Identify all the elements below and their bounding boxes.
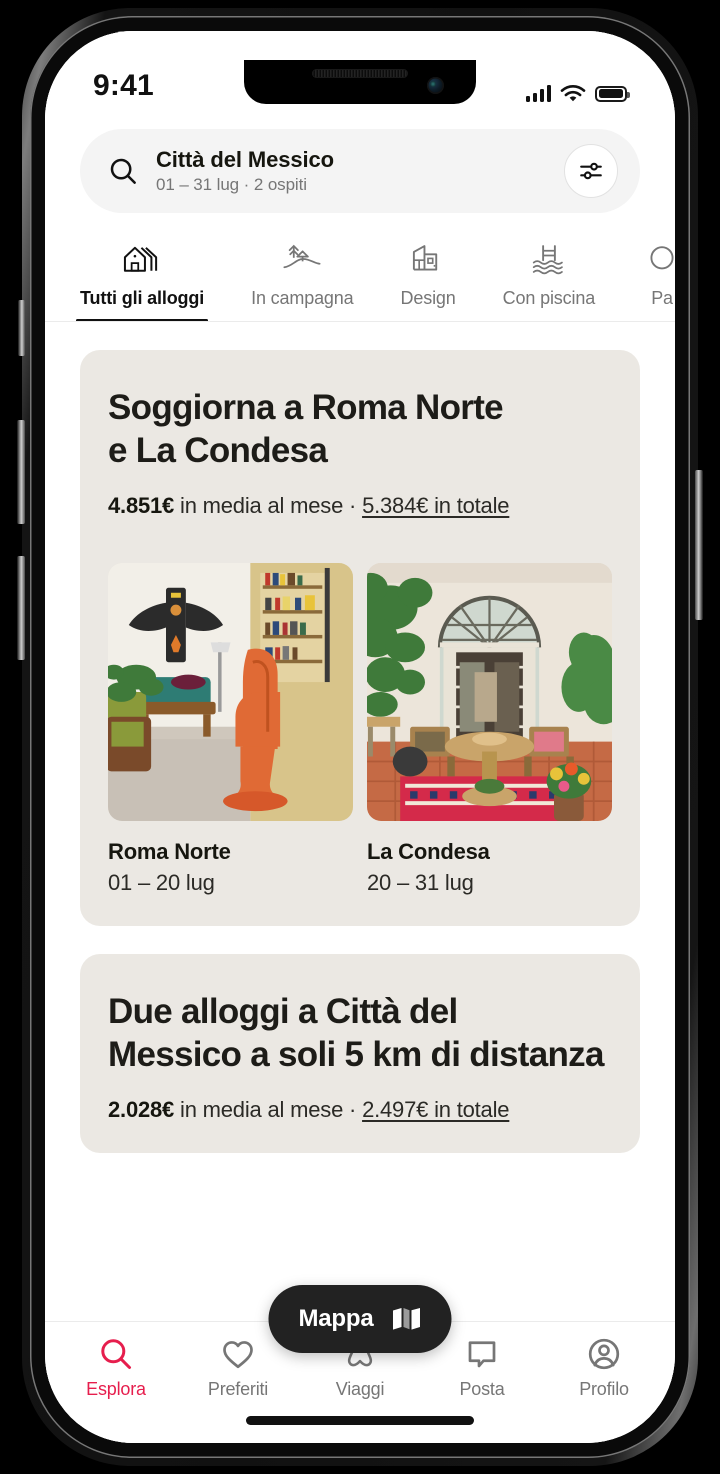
price-average: 2.028€ xyxy=(108,1096,175,1122)
home-indicator[interactable] xyxy=(246,1416,474,1425)
price-separator: in media al mese · xyxy=(174,492,363,518)
design-building-icon xyxy=(413,245,438,271)
filter-button[interactable] xyxy=(564,144,618,198)
filter-sliders-icon xyxy=(580,162,602,180)
map-toggle-label: Mappa xyxy=(298,1305,374,1332)
search-texts: Città del Messico 01 – 31 lug · 2 ospiti xyxy=(156,147,546,196)
stay-photos: Roma Norte 01 – 20 lug La Condesa 20 – 3… xyxy=(108,562,612,896)
map-toggle-button[interactable]: Mappa xyxy=(268,1285,452,1353)
phone-screen: 9:41 Città del Messico 01 – 31 lug · 2 o… xyxy=(45,31,675,1443)
nav-label: Viaggi xyxy=(335,1379,385,1399)
stay-name: Roma Norte xyxy=(108,838,231,864)
stay-item[interactable]: La Condesa 20 – 31 lug xyxy=(367,562,612,896)
earpiece-speaker xyxy=(312,69,408,78)
stay-item[interactable]: Roma Norte 01 – 20 lug xyxy=(108,562,353,896)
map-folded-icon xyxy=(393,1308,421,1330)
nav-label: Preferiti xyxy=(207,1379,269,1399)
person-circle-icon xyxy=(588,1338,620,1370)
power-button[interactable] xyxy=(695,470,703,620)
silent-switch[interactable] xyxy=(18,300,25,356)
tab-label: Tutti gli alloggi xyxy=(80,288,205,308)
tab-con-piscina[interactable]: Con piscina xyxy=(503,235,595,321)
message-icon xyxy=(468,1341,496,1368)
category-tabs[interactable]: Tutti gli alloggi In campagna Design Con… xyxy=(45,235,675,322)
volume-down-button[interactable] xyxy=(17,556,25,660)
living-room-orange-chair-photo[interactable] xyxy=(108,562,353,821)
notch xyxy=(244,60,476,104)
tab-label: Pa xyxy=(651,288,673,308)
nav-item-esplora[interactable]: Esplora xyxy=(61,1336,171,1400)
search-bar[interactable]: Città del Messico 01 – 31 lug · 2 ospiti xyxy=(80,129,640,213)
tab-tutti-gli-alloggi[interactable]: Tutti gli alloggi xyxy=(75,235,209,321)
stay-dates: 20 – 31 lug xyxy=(367,869,474,895)
countryside-icon xyxy=(283,244,321,269)
search-details: 01 – 31 lug · 2 ospiti xyxy=(156,175,307,195)
partial-category-icon xyxy=(650,246,674,270)
tab-label: Con piscina xyxy=(502,288,596,308)
tab-partial[interactable]: Pa xyxy=(642,235,675,321)
price-total-link[interactable]: 5.384€ in totale xyxy=(362,493,509,518)
card-price: 2.028€ in media al mese · 2.497€ in tota… xyxy=(108,1097,612,1123)
card-price: 4.851€ in media al mese · 5.384€ in tota… xyxy=(108,493,612,519)
split-stay-card[interactable]: Due alloggi a Città del Messico a soli 5… xyxy=(80,953,640,1153)
front-camera xyxy=(427,77,444,94)
tab-design[interactable]: Design xyxy=(401,235,456,321)
search-icon xyxy=(110,158,136,184)
split-stay-card[interactable]: Soggiorna a Roma Norte e La Condesa 4.85… xyxy=(80,350,640,926)
price-separator: in media al mese · xyxy=(174,1096,363,1122)
price-total-link[interactable]: 2.497€ in totale xyxy=(362,1097,509,1122)
card-title: Due alloggi a Città del Messico a soli 5… xyxy=(108,991,604,1075)
nav-label: Esplora xyxy=(86,1379,146,1399)
stay-dates: 01 – 20 lug xyxy=(108,869,215,895)
nav-item-preferiti[interactable]: Preferiti xyxy=(183,1336,293,1400)
volume-up-button[interactable] xyxy=(17,420,25,524)
tab-label: In campagna xyxy=(251,288,354,308)
nav-label: Posta xyxy=(459,1379,505,1399)
card-title: Soggiorna a Roma Norte e La Condesa xyxy=(108,388,504,471)
nav-label: Profilo xyxy=(579,1379,629,1399)
tab-label: Design xyxy=(400,288,456,308)
courtyard-arched-doors-photo[interactable] xyxy=(367,562,612,821)
pool-icon xyxy=(532,245,563,275)
screenshot-stage: 9:41 Città del Messico 01 – 31 lug · 2 o… xyxy=(0,0,720,1474)
search-icon xyxy=(101,1339,131,1369)
airbnb-app: Città del Messico 01 – 31 lug · 2 ospiti xyxy=(45,31,675,1443)
houses-icon xyxy=(123,246,158,272)
nav-item-posta[interactable]: Posta xyxy=(427,1336,537,1400)
heart-icon xyxy=(223,1341,253,1369)
stay-name: La Condesa xyxy=(367,838,490,864)
price-average: 4.851€ xyxy=(108,492,175,518)
nav-item-profilo[interactable]: Profilo xyxy=(549,1336,659,1400)
listing-feed[interactable]: Soggiorna a Roma Norte e La Condesa 4.85… xyxy=(45,322,675,1321)
tab-in-campagna[interactable]: In campagna xyxy=(251,235,354,321)
search-location: Città del Messico xyxy=(156,146,335,172)
